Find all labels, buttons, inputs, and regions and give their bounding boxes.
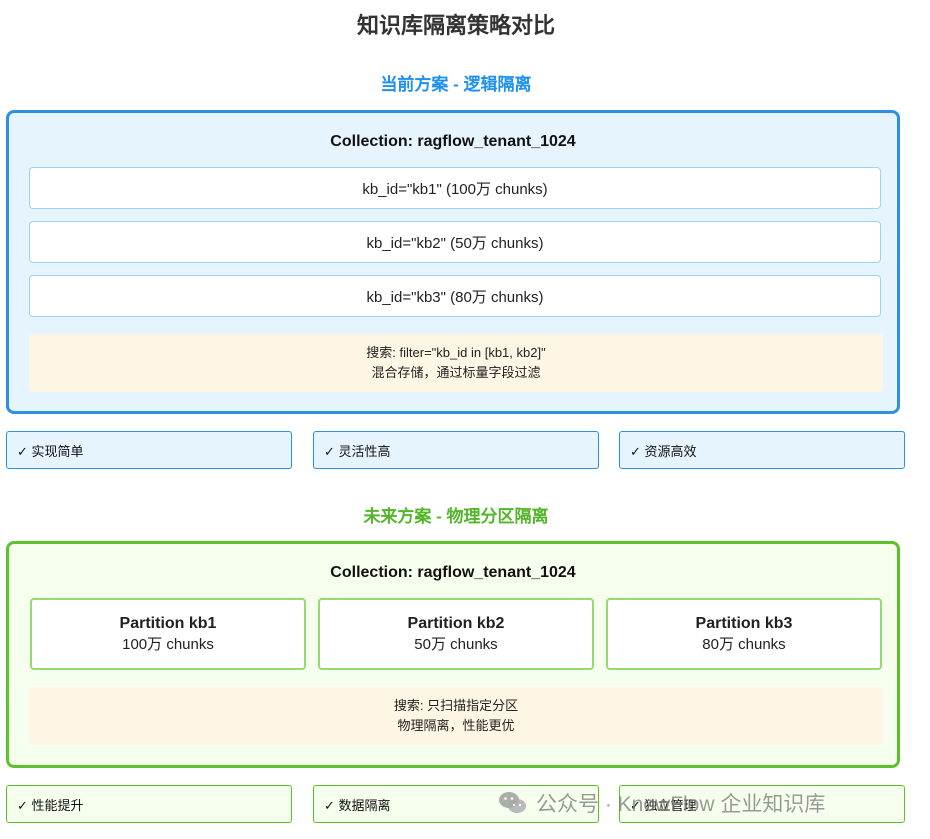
benefit-flexible: ✓ 灵活性高 bbox=[313, 431, 599, 469]
partition-kb1: Partition kb1 100万 chunks bbox=[30, 598, 306, 670]
kb-row-kb3: kb_id="kb3" (80万 chunks) bbox=[29, 275, 881, 317]
partition-name: Partition kb3 bbox=[695, 615, 793, 632]
search-note: 搜索: 只扫描指定分区 物理隔离，性能更优 bbox=[29, 687, 883, 745]
partition-chunks: 100万 chunks bbox=[122, 636, 214, 653]
search-note-line1: 搜索: 只扫描指定分区 bbox=[393, 698, 519, 713]
benefit-performance: ✓ 性能提升 bbox=[6, 785, 292, 823]
collection-label: Collection: ragflow_tenant_1024 bbox=[330, 133, 576, 150]
search-note: 搜索: filter="kb_id in [kb1, kb2]" 混合存储，通过… bbox=[29, 334, 883, 392]
future-scheme-panel: Collection: ragflow_tenant_1024 Partitio… bbox=[6, 541, 900, 768]
search-note-line2: 混合存储，通过标量字段过滤 bbox=[371, 365, 541, 380]
partition-chunks: 50万 chunks bbox=[414, 636, 498, 653]
watermark-text: 公众号 · KnowFlow 企业知识库 bbox=[536, 793, 826, 816]
partition-kb2: Partition kb2 50万 chunks bbox=[318, 598, 594, 670]
partition-chunks: 80万 chunks bbox=[702, 636, 786, 653]
benefit-simple: ✓ 实现简单 bbox=[6, 431, 292, 469]
kb-row-kb1: kb_id="kb1" (100万 chunks) bbox=[29, 167, 881, 209]
kb-row-kb2: kb_id="kb2" (50万 chunks) bbox=[29, 221, 881, 263]
watermark: 公众号 · KnowFlow 企业知识库 bbox=[498, 788, 825, 818]
partition-name: Partition kb2 bbox=[407, 615, 505, 632]
partition-name: Partition kb1 bbox=[119, 615, 217, 632]
partition-kb3: Partition kb3 80万 chunks bbox=[606, 598, 882, 670]
benefit-efficient: ✓ 资源高效 bbox=[619, 431, 905, 469]
current-scheme-heading: 当前方案 - 逻辑隔离 bbox=[380, 75, 532, 94]
search-note-line1: 搜索: filter="kb_id in [kb1, kb2]" bbox=[366, 345, 546, 360]
future-scheme-heading: 未来方案 - 物理分区隔离 bbox=[363, 507, 549, 526]
page-title: 知识库隔离策略对比 bbox=[356, 13, 555, 38]
collection-label: Collection: ragflow_tenant_1024 bbox=[330, 564, 576, 581]
search-note-line2: 物理隔离，性能更优 bbox=[397, 718, 515, 733]
wechat-icon bbox=[499, 792, 526, 813]
current-scheme-panel: Collection: ragflow_tenant_1024 kb_id="k… bbox=[6, 110, 900, 414]
